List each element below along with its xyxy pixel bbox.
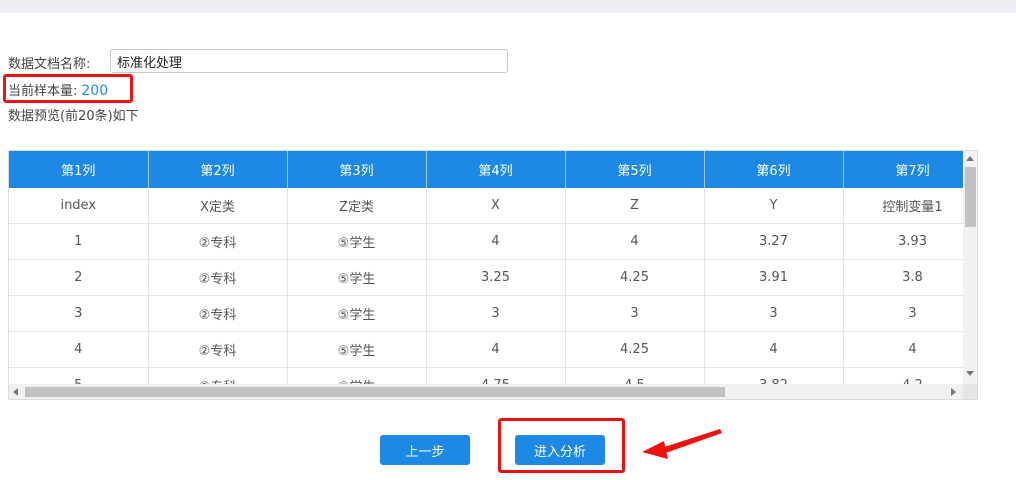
- analyze-button-highlight: [498, 418, 625, 473]
- column-header: 第3列: [287, 151, 427, 188]
- table-row: 3 ②专科 ⑤学生 3 3 3 3: [9, 295, 963, 332]
- data-preview-table: 第1列 第2列 第3列 第4列 第5列 第6列 第7列 index X定类 Z定…: [8, 150, 978, 400]
- table-cell: 4: [9, 331, 149, 368]
- table-cell: ⑤学生: [287, 259, 427, 296]
- scroll-right-icon[interactable]: [951, 388, 956, 396]
- table-cell: Z: [565, 188, 705, 224]
- table-cell: 3: [704, 295, 844, 332]
- table-cell: ⑤学生: [287, 295, 427, 332]
- table-cell: X定类: [148, 188, 288, 224]
- table-cell: 3.91: [704, 259, 844, 296]
- preview-table: 第1列 第2列 第3列 第4列 第5列 第6列 第7列 index X定类 Z定…: [9, 151, 963, 384]
- table-cell: 3: [426, 295, 566, 332]
- table-cell: ⑤学生: [287, 223, 427, 260]
- table-row: index X定类 Z定类 X Z Y 控制变量1: [9, 188, 963, 224]
- table-header-row: 第1列 第2列 第3列 第4列 第5列 第6列 第7列: [9, 151, 963, 188]
- vertical-scroll-thumb[interactable]: [965, 167, 976, 227]
- table-cell: 2: [9, 259, 149, 296]
- column-header: 第7列: [843, 151, 963, 188]
- table-cell: 4: [426, 223, 566, 260]
- scrollbar-corner: [963, 384, 977, 399]
- table-cell: ②专科: [148, 295, 288, 332]
- sample-size-highlight: [3, 74, 133, 103]
- table-cell: index: [9, 188, 149, 224]
- previous-step-button[interactable]: 上一步: [380, 435, 470, 465]
- table-cell: 4.25: [565, 259, 705, 296]
- table-cell: ②专科: [148, 259, 288, 296]
- top-bar: [0, 0, 1016, 13]
- table-cell: 1: [9, 223, 149, 260]
- table-cell: ②专科: [148, 223, 288, 260]
- document-name-label: 数据文档名称:: [8, 57, 91, 72]
- table-cell: 4.25: [565, 331, 705, 368]
- table-cell: 4: [565, 223, 705, 260]
- table-row: 5 ②专科 ⑤学生 4.75 4.5 3.82 4.2: [9, 367, 963, 384]
- column-header: 第5列: [565, 151, 705, 188]
- table-cell: 4.2: [843, 367, 963, 384]
- table-cell: 3.8: [843, 259, 963, 296]
- table-row: 2 ②专科 ⑤学生 3.25 4.25 3.91 3.8: [9, 259, 963, 296]
- column-header: 第6列: [704, 151, 844, 188]
- table-cell: ⑤学生: [287, 367, 427, 384]
- table-cell: 3.82: [704, 367, 844, 384]
- table-cell: ⑤学生: [287, 331, 427, 368]
- table-cell: 5: [9, 367, 149, 384]
- column-header: 第1列: [9, 151, 149, 188]
- table-row: 1 ②专科 ⑤学生 4 4 3.27 3.93: [9, 223, 963, 260]
- table-cell: 4.5: [565, 367, 705, 384]
- table-cell: 4.75: [426, 367, 566, 384]
- column-header: 第4列: [426, 151, 566, 188]
- table-cell: 3: [843, 295, 963, 332]
- column-header: 第2列: [148, 151, 288, 188]
- table-cell: 4: [704, 331, 844, 368]
- table-cell: ②专科: [148, 331, 288, 368]
- scroll-up-icon[interactable]: [966, 156, 974, 161]
- table-cell: Y: [704, 188, 844, 224]
- table-cell: 3: [9, 295, 149, 332]
- table-cell: 3: [565, 295, 705, 332]
- horizontal-scroll-thumb[interactable]: [25, 387, 725, 397]
- scroll-down-icon[interactable]: [966, 371, 974, 376]
- table-cell: 3.25: [426, 259, 566, 296]
- red-arrow-icon: [642, 429, 722, 459]
- table-cell: X: [426, 188, 566, 224]
- table-cell: 3.93: [843, 223, 963, 260]
- scroll-left-icon[interactable]: [13, 388, 18, 396]
- table-cell: 4: [843, 331, 963, 368]
- table-cell: 3.27: [704, 223, 844, 260]
- table-cell: 控制变量1: [843, 188, 963, 224]
- table-row: 4 ②专科 ⑤学生 4 4.25 4 4: [9, 331, 963, 368]
- table-cell: Z定类: [287, 188, 427, 224]
- document-name-input[interactable]: [110, 49, 508, 73]
- horizontal-scrollbar[interactable]: [9, 384, 963, 399]
- preview-label: 数据预览(前20条)如下: [8, 109, 139, 124]
- table-cell: ②专科: [148, 367, 288, 384]
- table-cell: 4: [426, 331, 566, 368]
- vertical-scrollbar[interactable]: [963, 151, 977, 384]
- table-viewport: 第1列 第2列 第3列 第4列 第5列 第6列 第7列 index X定类 Z定…: [9, 151, 963, 384]
